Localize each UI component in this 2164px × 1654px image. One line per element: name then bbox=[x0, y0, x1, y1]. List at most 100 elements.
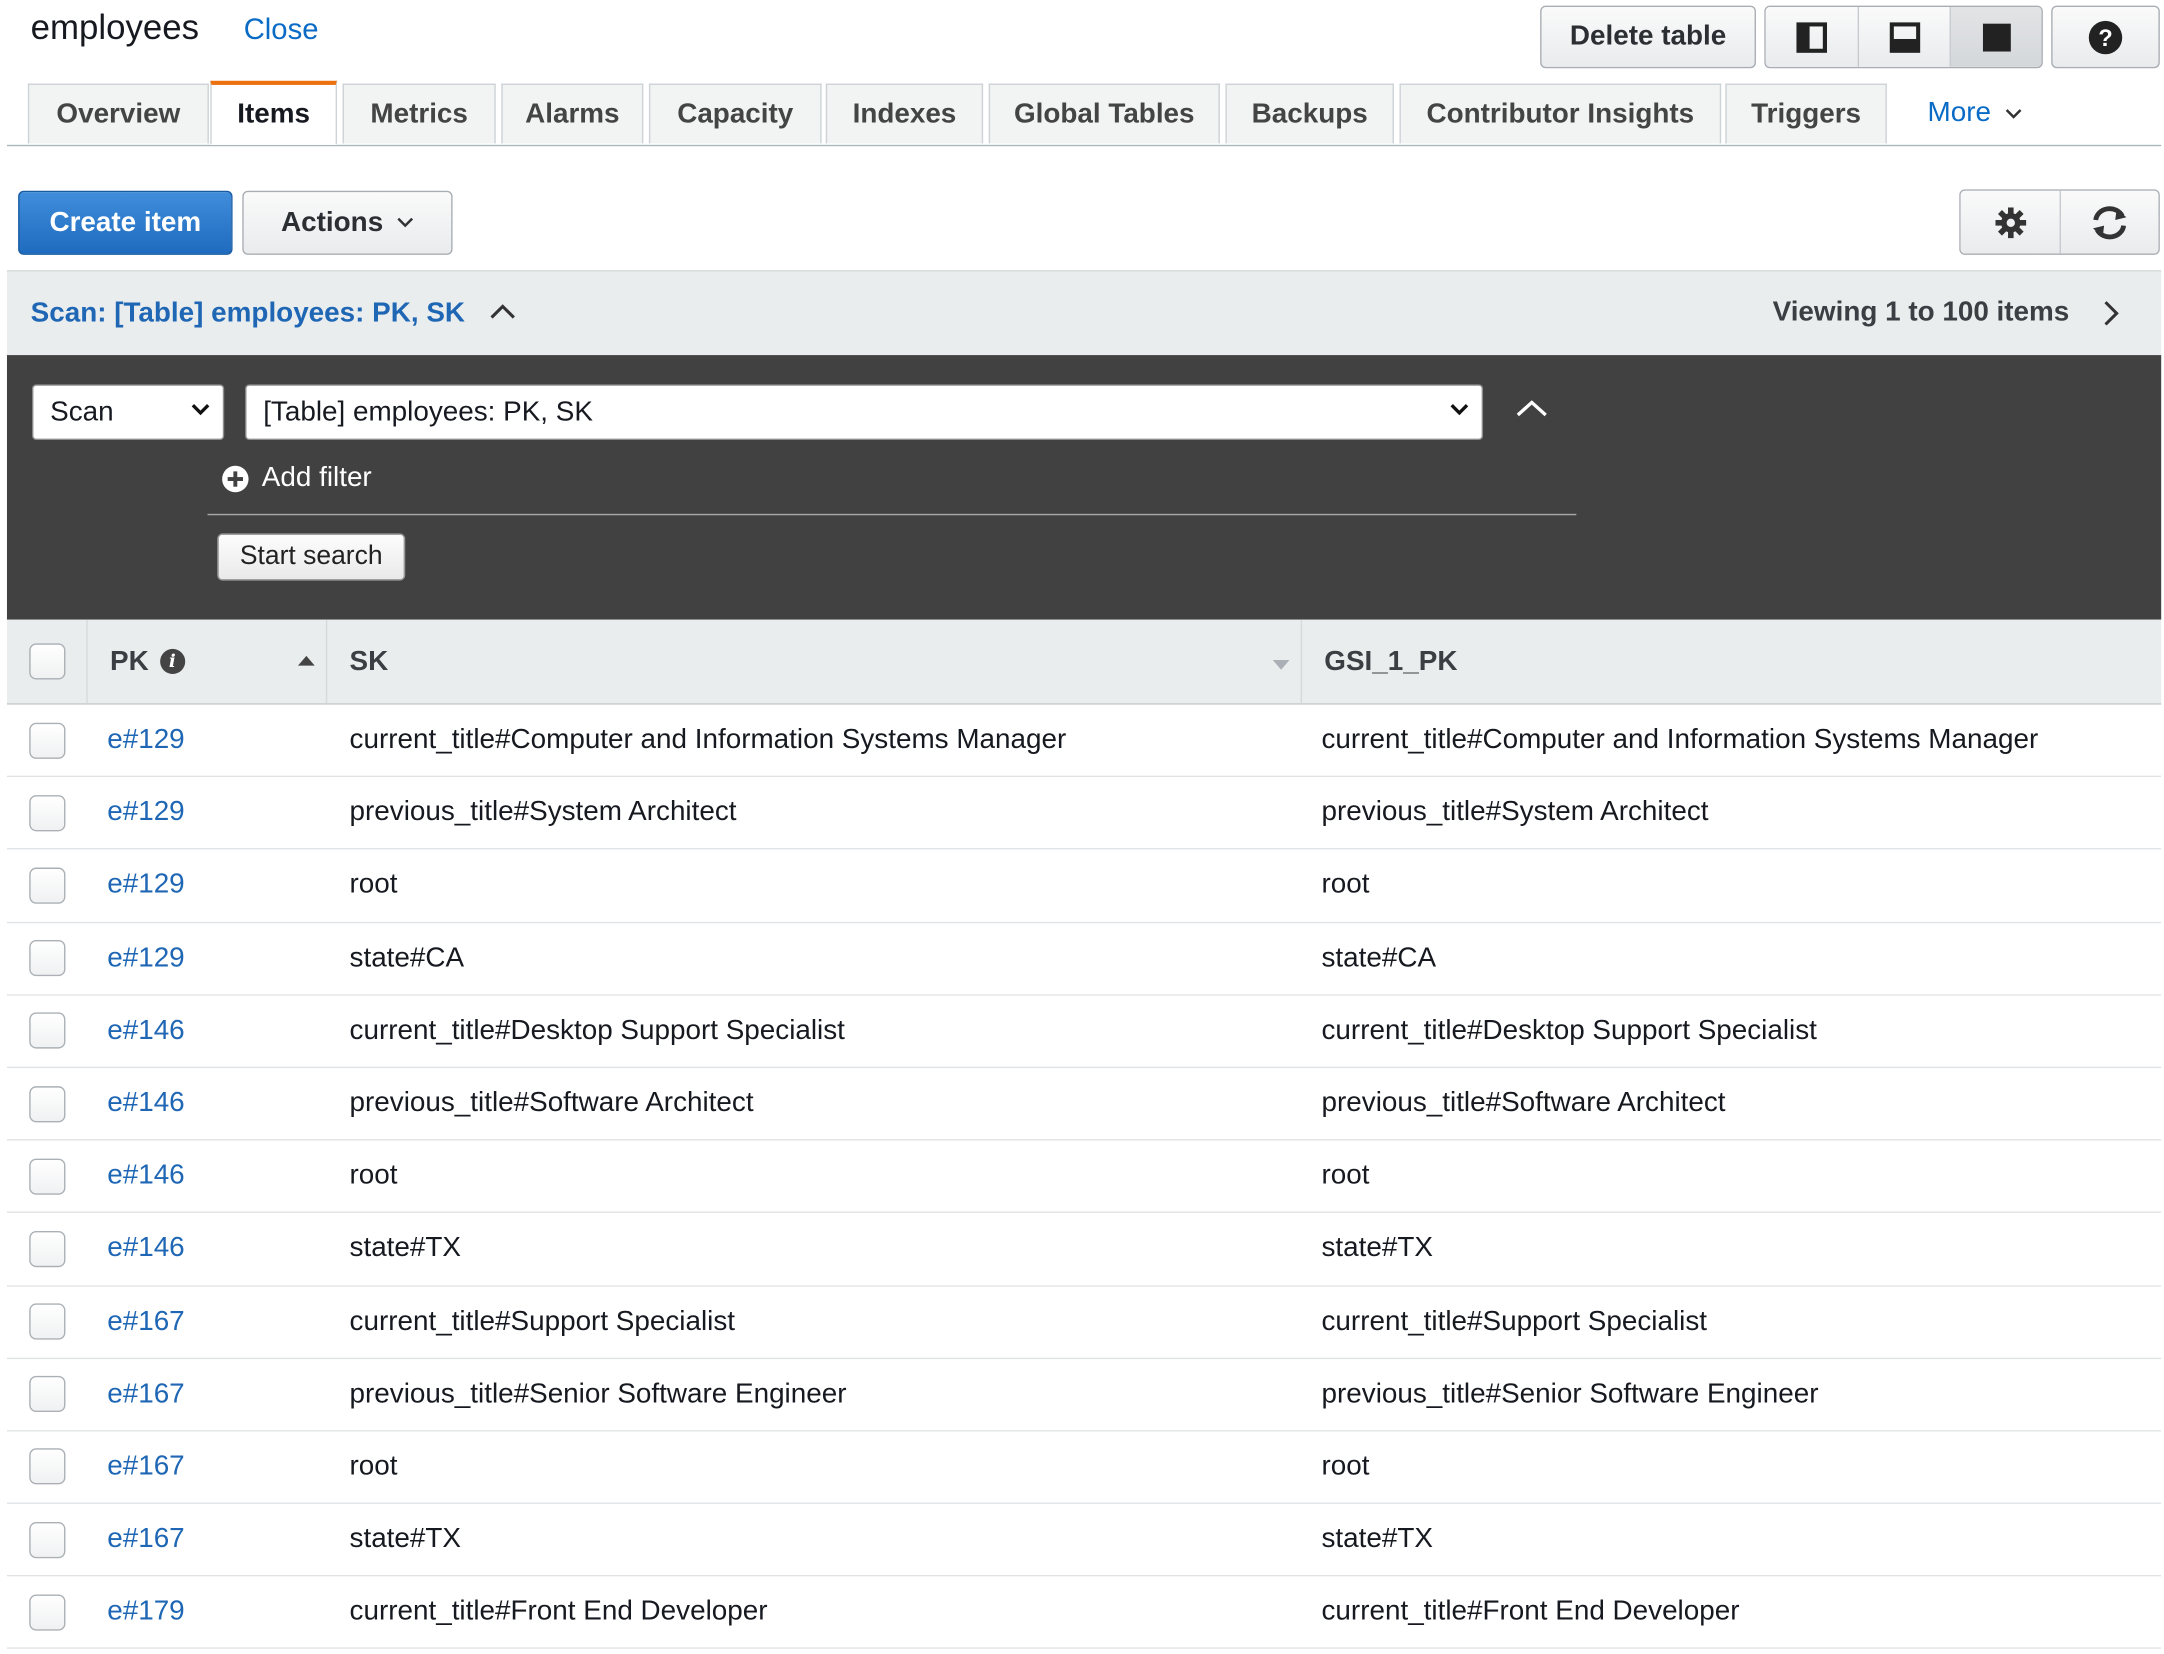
svg-text:?: ? bbox=[2098, 25, 2112, 51]
column-header-pk[interactable]: PK i bbox=[88, 619, 328, 704]
pk-link[interactable]: e#146 bbox=[107, 1141, 184, 1212]
create-item-button[interactable]: Create item bbox=[18, 190, 233, 255]
scan-mode-value: Scan bbox=[50, 396, 114, 427]
table-row[interactable]: e#167 previous_title#Senior Software Eng… bbox=[6, 1359, 2162, 1432]
tab-indexes[interactable]: Indexes bbox=[825, 83, 984, 144]
help-icon: ? bbox=[2088, 20, 2123, 54]
sk-cell: root bbox=[349, 869, 398, 901]
table-row[interactable]: e#129 previous_title#System Architect pr… bbox=[6, 777, 2162, 850]
full-panel-icon bbox=[1982, 22, 2011, 51]
pk-link[interactable]: e#146 bbox=[107, 1213, 184, 1284]
pk-link[interactable]: e#167 bbox=[107, 1431, 184, 1502]
table-row[interactable]: e#146 current_title#Desktop Support Spec… bbox=[6, 995, 2162, 1068]
layout-split-bottom-button[interactable] bbox=[1857, 6, 1950, 67]
row-checkbox[interactable] bbox=[29, 1012, 66, 1050]
scan-target-select[interactable]: [Table] employees: PK, SK bbox=[245, 384, 1484, 441]
table-row[interactable]: e#167 current_title#Support Specialist c… bbox=[6, 1286, 2162, 1359]
top-actions: Delete table ? bbox=[1540, 5, 2160, 69]
tab-triggers[interactable]: Triggers bbox=[1725, 83, 1887, 144]
refresh-button[interactable] bbox=[2059, 190, 2159, 254]
table-row[interactable]: e#167 root root bbox=[6, 1431, 2162, 1505]
info-icon[interactable]: i bbox=[159, 648, 185, 674]
tab-items[interactable]: Items bbox=[210, 80, 337, 145]
tab-contributor-insights[interactable]: Contributor Insights bbox=[1399, 83, 1722, 144]
table-row[interactable]: e#146 previous_title#Software Architect … bbox=[6, 1068, 2162, 1141]
table-row[interactable]: e#167 state#TX state#TX bbox=[6, 1504, 2162, 1577]
table-row[interactable]: e#179 current_title#Front End Developer … bbox=[6, 1577, 2162, 1650]
sort-ascending-icon bbox=[298, 655, 315, 666]
table-row[interactable]: e#129 state#CA state#CA bbox=[6, 923, 2162, 996]
pk-link[interactable]: e#167 bbox=[107, 1504, 184, 1575]
gsi-cell: current_title#Desktop Support Specialist bbox=[1321, 1014, 1817, 1046]
row-checkbox[interactable] bbox=[29, 1303, 66, 1340]
row-checkbox[interactable] bbox=[29, 867, 66, 904]
column-header-sk[interactable]: SK bbox=[327, 619, 1303, 704]
scan-mode-select[interactable]: Scan bbox=[32, 384, 225, 441]
tab-overview[interactable]: Overview bbox=[27, 83, 209, 144]
row-select-cell bbox=[7, 995, 88, 1066]
tab-more[interactable]: More bbox=[1898, 84, 2051, 144]
table-row[interactable]: e#129 current_title#Computer and Informa… bbox=[6, 705, 2162, 778]
row-checkbox[interactable] bbox=[29, 1230, 66, 1268]
tab-alarms[interactable]: Alarms bbox=[501, 83, 644, 144]
chevron-up-icon[interactable] bbox=[1515, 398, 1548, 417]
row-checkbox[interactable] bbox=[29, 940, 66, 977]
sk-cell: previous_title#Software Architect bbox=[349, 1087, 754, 1119]
row-checkbox[interactable] bbox=[29, 722, 66, 759]
row-checkbox[interactable] bbox=[29, 1448, 66, 1486]
gsi-cell: state#TX bbox=[1321, 1523, 1433, 1555]
select-all-checkbox[interactable] bbox=[28, 643, 65, 680]
sk-cell: current_title#Support Specialist bbox=[349, 1305, 736, 1337]
tab-metrics[interactable]: Metrics bbox=[342, 83, 496, 144]
pk-link[interactable]: e#129 bbox=[107, 850, 184, 921]
chevron-up-icon[interactable] bbox=[489, 302, 517, 319]
row-select-cell bbox=[7, 705, 88, 776]
row-checkbox[interactable] bbox=[29, 794, 66, 832]
row-checkbox[interactable] bbox=[29, 1594, 66, 1631]
gsi-cell: current_title#Front End Developer bbox=[1321, 1596, 1740, 1627]
pk-link[interactable]: e#167 bbox=[107, 1286, 184, 1357]
pk-link[interactable]: e#129 bbox=[107, 705, 184, 776]
pk-link[interactable]: e#129 bbox=[107, 923, 184, 994]
close-link[interactable]: Close bbox=[244, 14, 319, 47]
delete-table-button[interactable]: Delete table bbox=[1540, 5, 1756, 69]
tab-global-tables[interactable]: Global Tables bbox=[988, 83, 1220, 144]
gsi-cell: previous_title#Software Architect bbox=[1321, 1087, 1726, 1119]
column-header-label: PK bbox=[110, 645, 149, 677]
tab-backups[interactable]: Backups bbox=[1225, 83, 1394, 144]
start-search-button[interactable]: Start search bbox=[217, 533, 406, 581]
chevron-right-icon[interactable] bbox=[2103, 299, 2120, 327]
pk-link[interactable]: e#129 bbox=[107, 777, 184, 848]
sk-cell: previous_title#Senior Software Engineer bbox=[349, 1378, 847, 1409]
gsi-cell: current_title#Computer and Information S… bbox=[1321, 724, 2039, 755]
layout-split-left-button[interactable] bbox=[1765, 6, 1858, 67]
scan-summary-link[interactable]: Scan: [Table] employees: PK, SK bbox=[31, 298, 465, 330]
tab-bar: Overview Items Metrics Alarms Capacity I… bbox=[6, 80, 2162, 147]
tab-capacity[interactable]: Capacity bbox=[648, 83, 822, 144]
row-checkbox[interactable] bbox=[29, 1085, 66, 1122]
row-select-cell bbox=[7, 1504, 88, 1575]
row-select-cell bbox=[7, 1577, 88, 1648]
table-row[interactable]: e#146 root root bbox=[6, 1141, 2162, 1214]
chevron-down-icon bbox=[397, 217, 414, 228]
row-select-cell bbox=[7, 1213, 88, 1284]
add-filter-button[interactable]: Add filter bbox=[221, 462, 372, 494]
row-checkbox[interactable] bbox=[29, 1521, 66, 1558]
table-row[interactable]: e#146 state#TX state#TX bbox=[6, 1213, 2162, 1287]
actions-label: Actions bbox=[281, 206, 384, 238]
pk-link[interactable]: e#179 bbox=[107, 1577, 184, 1648]
row-select-cell bbox=[7, 1431, 88, 1502]
column-header-gsi-1-pk[interactable]: GSI_1_PK bbox=[1302, 620, 2161, 704]
pk-link[interactable]: e#146 bbox=[107, 1068, 184, 1139]
actions-dropdown-button[interactable]: Actions bbox=[242, 190, 453, 255]
row-checkbox[interactable] bbox=[29, 1376, 66, 1413]
row-checkbox[interactable] bbox=[29, 1158, 66, 1195]
pk-link[interactable]: e#146 bbox=[107, 995, 184, 1066]
dynamodb-table-view: employees Close Delete table ? Overview … bbox=[0, 0, 2164, 1654]
pk-link[interactable]: e#167 bbox=[107, 1359, 184, 1430]
settings-button[interactable] bbox=[1960, 190, 2060, 254]
layout-full-button[interactable] bbox=[1949, 6, 2042, 67]
table-row[interactable]: e#129 root root bbox=[6, 850, 2162, 923]
help-button[interactable]: ? bbox=[2051, 5, 2160, 69]
filter-divider bbox=[207, 513, 1577, 516]
